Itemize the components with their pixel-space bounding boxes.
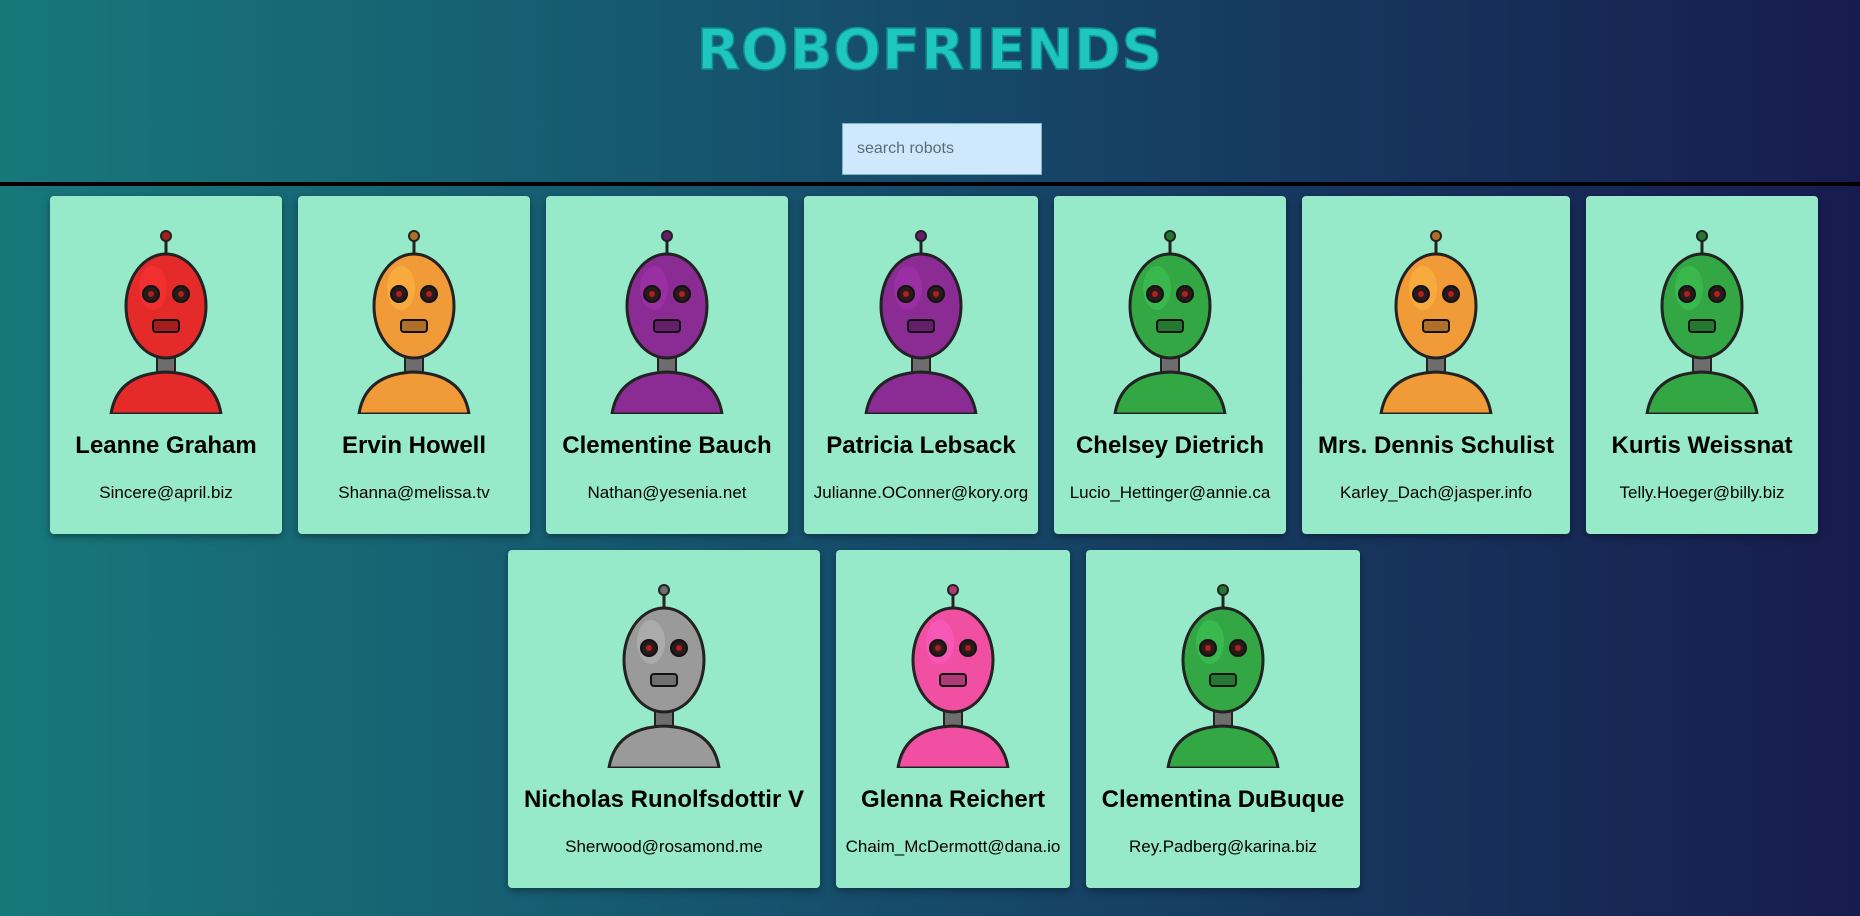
robot-avatar <box>826 224 1016 414</box>
robot-card[interactable]: Clementina DuBuque Rey.Padberg@karina.bi… <box>1086 550 1360 888</box>
robot-name: Mrs. Dennis Schulist <box>1317 432 1555 459</box>
robot-avatar <box>572 224 762 414</box>
robot-name: Clementine Bauch <box>562 432 772 459</box>
robot-card[interactable]: Leanne Graham Sincere@april.biz <box>50 196 282 534</box>
robot-avatar <box>1341 224 1531 414</box>
robot-card[interactable]: Patricia Lebsack Julianne.OConner@kory.o… <box>804 196 1038 534</box>
robot-avatar <box>71 224 261 414</box>
robot-email: Julianne.OConner@kory.org <box>813 483 1029 502</box>
robot-email: Nathan@yesenia.net <box>587 483 747 502</box>
robot-card[interactable]: Kurtis Weissnat Telly.Hoeger@billy.biz <box>1586 196 1818 534</box>
robot-name: Ervin Howell <box>341 432 487 459</box>
header-divider <box>0 182 1860 186</box>
robot-avatar <box>319 224 509 414</box>
robot-card[interactable]: Glenna Reichert Chaim_McDermott@dana.io <box>836 550 1070 888</box>
robot-card[interactable]: Ervin Howell Shanna@melissa.tv <box>298 196 530 534</box>
robot-name: Patricia Lebsack <box>826 432 1016 459</box>
robot-email: Rey.Padberg@karina.biz <box>1129 837 1317 856</box>
robot-name: Clementina DuBuque <box>1101 786 1345 813</box>
header: ROBOFRIENDS <box>0 0 1860 182</box>
robot-name: Kurtis Weissnat <box>1611 432 1793 459</box>
robot-card[interactable]: Mrs. Dennis Schulist Karley_Dach@jasper.… <box>1302 196 1570 534</box>
robot-email: Telly.Hoeger@billy.biz <box>1619 483 1785 502</box>
robot-name: Leanne Graham <box>75 432 257 459</box>
robot-card[interactable]: Clementine Bauch Nathan@yesenia.net <box>546 196 788 534</box>
robot-name: Nicholas Runolfsdottir V <box>523 786 804 813</box>
robot-card[interactable]: Chelsey Dietrich Lucio_Hettinger@annie.c… <box>1054 196 1286 534</box>
robot-name: Chelsey Dietrich <box>1075 432 1265 459</box>
robot-avatar <box>858 578 1048 768</box>
robot-email: Lucio_Hettinger@annie.ca <box>1069 483 1271 502</box>
robot-avatar <box>1128 578 1318 768</box>
robot-name: Glenna Reichert <box>860 786 1046 813</box>
robot-avatar <box>1075 224 1265 414</box>
search-input[interactable] <box>842 123 1042 175</box>
robot-avatar <box>569 578 759 768</box>
robot-email: Chaim_McDermott@dana.io <box>845 837 1061 856</box>
robot-email: Karley_Dach@jasper.info <box>1339 483 1533 502</box>
robot-card[interactable]: Nicholas Runolfsdottir V Sherwood@rosamo… <box>508 550 820 888</box>
robot-email: Sherwood@rosamond.me <box>565 837 763 856</box>
app-title: ROBOFRIENDS <box>696 17 1164 84</box>
robot-avatar <box>1607 224 1797 414</box>
robot-email: Shanna@melissa.tv <box>338 483 490 502</box>
robot-email: Sincere@april.biz <box>99 483 233 502</box>
